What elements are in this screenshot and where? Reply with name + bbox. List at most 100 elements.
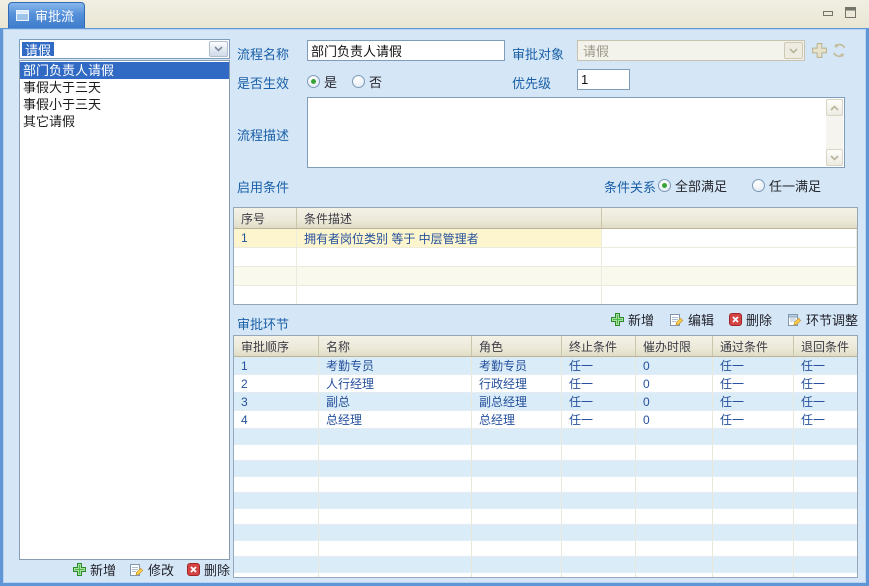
step-adjust-label: 环节调整: [805, 313, 858, 328]
flow-listbox[interactable]: 部门负责人请假 事假大于三天 事假小于三天 其它请假: [19, 60, 230, 560]
table-cell: [234, 540, 319, 557]
approval-object-dropdown-button: [784, 42, 803, 59]
scroll-down-button[interactable]: [826, 149, 843, 166]
table-cell: [318, 428, 472, 445]
table-cell: [318, 524, 472, 541]
flow-name-input[interactable]: [307, 40, 505, 61]
table-cell: 0: [635, 356, 713, 375]
effective-yes-radio[interactable]: 是: [307, 72, 337, 91]
column-header[interactable]: 催办时限: [635, 336, 713, 357]
table-row[interactable]: 1 考勤专员 考勤专员 任一 0 任一 任一: [234, 356, 857, 375]
step-delete-button[interactable]: 删除: [728, 310, 772, 329]
table-cell: [793, 428, 857, 445]
table-cell: [234, 476, 319, 493]
column-header[interactable]: 终止条件: [561, 336, 636, 357]
table-cell: [601, 228, 857, 248]
table-cell: [635, 476, 713, 493]
table-cell: [234, 285, 297, 304]
table-cell: [712, 572, 794, 577]
flow-add-button[interactable]: 新增: [72, 560, 116, 579]
table-cell: [234, 266, 297, 286]
flow-modify-button[interactable]: 修改: [129, 560, 174, 579]
table-cell: [234, 305, 297, 306]
priority-input[interactable]: [577, 69, 630, 90]
minimize-icon[interactable]: [822, 7, 834, 19]
table-cell: [601, 266, 857, 286]
flow-description-textarea[interactable]: [307, 97, 845, 168]
relation-any-radio[interactable]: 任一满足: [752, 176, 821, 195]
table-cell: 行政经理: [471, 374, 562, 393]
table-row[interactable]: 1 拥有者岗位类别 等于 中层管理者: [234, 228, 857, 248]
table-cell: [635, 460, 713, 477]
table-row[interactable]: 4 总经理 总经理 任一 0 任一 任一: [234, 410, 857, 429]
table-cell: [561, 444, 636, 461]
steps-table[interactable]: 审批顺序 名称 角色 终止条件 催办时限 通过条件 退回条件 1 考勤专员 考勤专员 任一 0 任一任…: [234, 336, 857, 577]
list-item[interactable]: 其它请假: [20, 113, 229, 130]
step-edit-label: 编辑: [687, 313, 714, 328]
column-header[interactable]: 条件描述: [296, 208, 602, 229]
maximize-icon[interactable]: [844, 6, 857, 19]
table-row-empty: [234, 285, 857, 304]
effective-no-radio[interactable]: 否: [352, 72, 382, 91]
table-row[interactable]: 2 人行经理 行政经理 任一 0 任一 任一: [234, 374, 857, 393]
step-edit-button[interactable]: 编辑: [669, 310, 714, 329]
table-cell: [561, 540, 636, 557]
tab-approval-flow[interactable]: 审批流: [8, 2, 86, 28]
table-cell: [318, 492, 472, 509]
is-effective-label: 是否生效: [237, 76, 290, 91]
table-cell: 任一: [712, 356, 794, 375]
step-add-button[interactable]: 新增: [610, 310, 654, 329]
chevron-down-icon: [830, 154, 839, 161]
chevron-up-icon: [830, 104, 839, 111]
table-cell: [318, 556, 472, 573]
column-header[interactable]: 名称: [318, 336, 472, 357]
add-icon: [72, 563, 86, 576]
flow-category-combobox[interactable]: 请假: [19, 39, 230, 59]
radio-dot: [307, 75, 320, 88]
flow-category-value: 请假: [22, 42, 55, 58]
table-row[interactable]: 3 副总 副总经理 任一 0 任一 任一: [234, 392, 857, 411]
column-header[interactable]: 退回条件: [793, 336, 857, 357]
delete-icon: [186, 563, 200, 576]
list-item[interactable]: 事假小于三天: [20, 96, 229, 113]
table-cell: 总经理: [318, 410, 472, 429]
table-cell: 1: [234, 356, 319, 375]
steps-toolbar: 新增 编辑 删除 环节调整: [596, 310, 858, 329]
table-cell: [601, 285, 857, 304]
table-cell: [471, 428, 562, 445]
list-item[interactable]: 事假大于三天: [20, 79, 229, 96]
table-row-empty: [234, 492, 857, 509]
table-cell: [234, 524, 319, 541]
column-header[interactable]: 通过条件: [712, 336, 794, 357]
table-cell: [712, 556, 794, 573]
table-cell: [712, 540, 794, 557]
flow-add-label: 新增: [89, 563, 116, 578]
flow-category-dropdown-button[interactable]: [209, 41, 228, 57]
column-header[interactable]: 审批顺序: [234, 336, 319, 357]
table-row-empty: [234, 556, 857, 573]
add-icon: [610, 313, 624, 326]
step-delete-label: 删除: [745, 313, 772, 328]
table-cell: [561, 476, 636, 493]
column-header[interactable]: 序号: [234, 208, 297, 229]
scroll-up-button[interactable]: [826, 99, 843, 116]
table-cell: 任一: [712, 410, 794, 429]
table-cell: [635, 556, 713, 573]
priority-label: 优先级: [512, 76, 552, 91]
column-header[interactable]: [601, 208, 857, 229]
column-header[interactable]: 角色: [471, 336, 562, 357]
table-row-empty: [234, 444, 857, 461]
description-scrollbar[interactable]: [826, 99, 843, 166]
relation-all-radio[interactable]: 全部满足: [658, 176, 727, 195]
step-adjust-button[interactable]: 环节调整: [787, 310, 858, 329]
table-cell: 3: [234, 392, 319, 411]
flow-delete-button[interactable]: 删除: [186, 560, 230, 579]
list-item[interactable]: 部门负责人请假: [20, 62, 229, 79]
table-cell: [471, 572, 562, 577]
table-cell: 任一: [793, 356, 857, 375]
table-cell: [234, 428, 319, 445]
conditions-table[interactable]: 序号 条件描述 1 拥有者岗位类别 等于 中层管理者: [234, 208, 857, 306]
title-bar: 审批流: [0, 0, 869, 28]
table-cell: [234, 508, 319, 525]
table-cell: [561, 460, 636, 477]
